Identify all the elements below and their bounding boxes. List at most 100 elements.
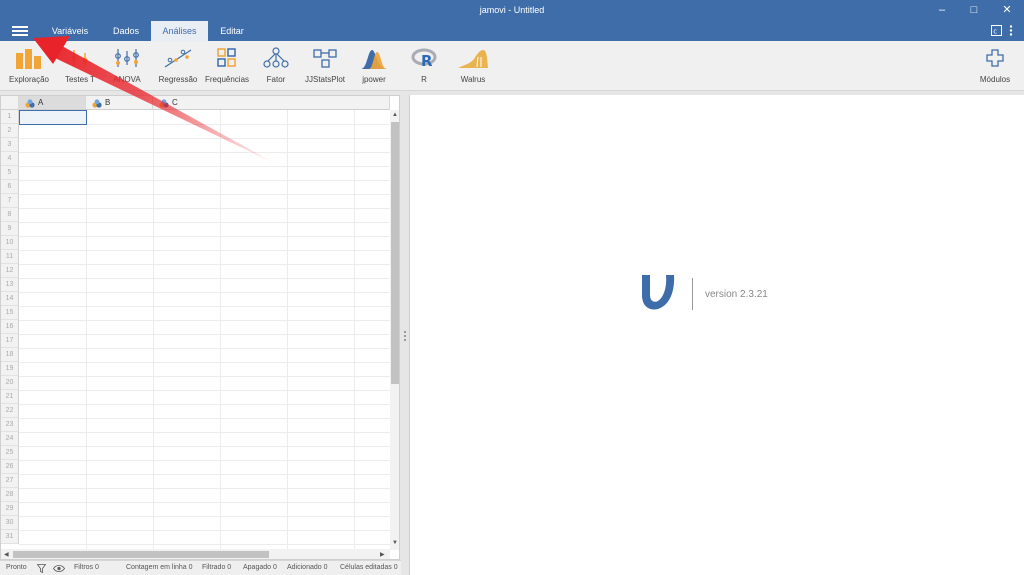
tab-analises[interactable]: Análises	[151, 21, 208, 41]
ribbon-testes-t[interactable]: Testes T	[62, 47, 98, 87]
grid-line	[19, 418, 390, 419]
corner-header[interactable]	[1, 96, 19, 110]
horizontal-scroll-thumb[interactable]	[13, 551, 269, 558]
grid-line	[86, 110, 87, 550]
status-filtered: Filtrado 0	[202, 564, 232, 571]
tab-dados[interactable]: Dados	[104, 21, 148, 41]
row-header[interactable]: 10	[1, 236, 19, 250]
row-header[interactable]: 15	[1, 306, 19, 320]
row-header[interactable]: 30	[1, 516, 19, 530]
scroll-down-icon[interactable]: ▼	[392, 540, 398, 546]
ribbon-jjstatsplot[interactable]: JJStatsPlot	[304, 47, 346, 87]
row-header[interactable]: 9	[1, 222, 19, 236]
tab-variaveis[interactable]: Variáveis	[42, 21, 98, 41]
row-header[interactable]: 24	[1, 432, 19, 446]
row-header[interactable]: 26	[1, 460, 19, 474]
ribbon-anova[interactable]: ANOVA	[110, 47, 144, 87]
eye-icon[interactable]	[53, 564, 65, 573]
row-header[interactable]: 8	[1, 208, 19, 222]
minimize-button[interactable]: –	[934, 3, 950, 17]
grid-line	[153, 110, 154, 550]
grid-line	[220, 110, 221, 550]
regression-icon	[164, 49, 192, 68]
frequencies-icon	[217, 48, 236, 67]
spreadsheet[interactable]: A B C 1 2 3 4 5 6 7 8 9 10 11 12 13 14 15 16 17 18 19 20 21 2…	[0, 95, 400, 560]
filter-icon[interactable]	[37, 564, 46, 573]
column-header-c[interactable]: C	[153, 96, 390, 110]
horizontal-scrollbar[interactable]: ◀ ▶	[1, 549, 390, 559]
status-deleted: Apagado 0	[243, 564, 277, 571]
row-header[interactable]: 20	[1, 376, 19, 390]
grid-line	[19, 138, 390, 139]
grid-line	[19, 390, 390, 391]
ribbon-frequencias[interactable]: Frequências	[205, 47, 249, 87]
ribbon-modulos[interactable]: Módulos	[978, 47, 1012, 87]
row-header[interactable]: 27	[1, 474, 19, 488]
r-icon: R	[411, 48, 437, 69]
grid-line	[19, 152, 390, 153]
vertical-scroll-thumb[interactable]	[391, 122, 399, 384]
row-header[interactable]: 17	[1, 334, 19, 348]
syntax-mode-icon[interactable]: c	[991, 25, 1002, 36]
status-row-count: Contagem em linha 0	[126, 564, 193, 571]
ribbon-exploracao[interactable]: Exploração	[8, 47, 50, 87]
tab-editar[interactable]: Editar	[212, 21, 252, 41]
row-header[interactable]: 14	[1, 292, 19, 306]
row-header[interactable]: 31	[1, 530, 19, 544]
row-header[interactable]: 2	[1, 124, 19, 138]
row-header[interactable]: 19	[1, 362, 19, 376]
column-header-b[interactable]: B	[86, 96, 153, 110]
grid-line	[19, 236, 390, 237]
row-header[interactable]: 7	[1, 194, 19, 208]
scroll-up-icon[interactable]: ▲	[392, 112, 398, 118]
row-header[interactable]: 29	[1, 502, 19, 516]
status-filters: Filtros 0	[74, 564, 99, 571]
scroll-right-icon[interactable]: ▶	[380, 551, 385, 558]
maximize-button[interactable]: □	[966, 3, 982, 17]
row-header[interactable]: 21	[1, 390, 19, 404]
grid-line	[19, 376, 390, 377]
grid-line	[19, 544, 390, 545]
grid-line	[19, 180, 390, 181]
splitter-grip-icon	[404, 331, 406, 341]
grid-line	[19, 432, 390, 433]
plus-icon	[986, 49, 1004, 67]
row-header[interactable]: 16	[1, 320, 19, 334]
row-header[interactable]: 12	[1, 264, 19, 278]
analyses-ribbon: Exploração Testes T ANOVA Regressão Freq…	[0, 41, 1024, 91]
row-header[interactable]: 25	[1, 446, 19, 460]
column-header-a[interactable]: A	[19, 96, 86, 110]
selected-cell[interactable]	[19, 110, 87, 125]
logo-separator	[692, 278, 693, 310]
ribbon-r[interactable]: R R	[410, 47, 438, 87]
grid-line	[19, 250, 390, 251]
row-header[interactable]: 4	[1, 152, 19, 166]
grid-line	[19, 474, 390, 475]
ribbon-jpower[interactable]: jpower	[356, 47, 392, 87]
ribbon-fator[interactable]: Fator	[260, 47, 292, 87]
grid-line	[354, 110, 355, 550]
row-header[interactable]: 11	[1, 250, 19, 264]
main-menu-icon[interactable]	[12, 26, 28, 37]
scroll-left-icon[interactable]: ◀	[4, 551, 9, 558]
row-header[interactable]: 18	[1, 348, 19, 362]
row-header[interactable]: 6	[1, 180, 19, 194]
jjstatsplot-icon	[313, 49, 337, 68]
grid-line	[19, 502, 390, 503]
row-header[interactable]: 23	[1, 418, 19, 432]
row-header[interactable]: 13	[1, 278, 19, 292]
ribbon-walrus[interactable]: Walrus	[455, 47, 491, 87]
row-header[interactable]: 3	[1, 138, 19, 152]
row-header[interactable]: 22	[1, 404, 19, 418]
jamovi-logo	[642, 275, 675, 310]
tab-bar: Variáveis Dados Análises Editar c	[0, 21, 1024, 41]
close-button[interactable]: ✕	[999, 3, 1015, 17]
row-header[interactable]: 28	[1, 488, 19, 502]
grid-line	[19, 488, 390, 489]
ribbon-regressao[interactable]: Regressão	[158, 47, 198, 87]
row-header[interactable]: 5	[1, 166, 19, 180]
pane-splitter[interactable]	[401, 95, 409, 575]
vertical-scrollbar[interactable]: ▲ ▼	[390, 110, 399, 550]
row-header[interactable]: 1	[1, 110, 19, 124]
more-options-icon[interactable]	[1008, 25, 1014, 36]
